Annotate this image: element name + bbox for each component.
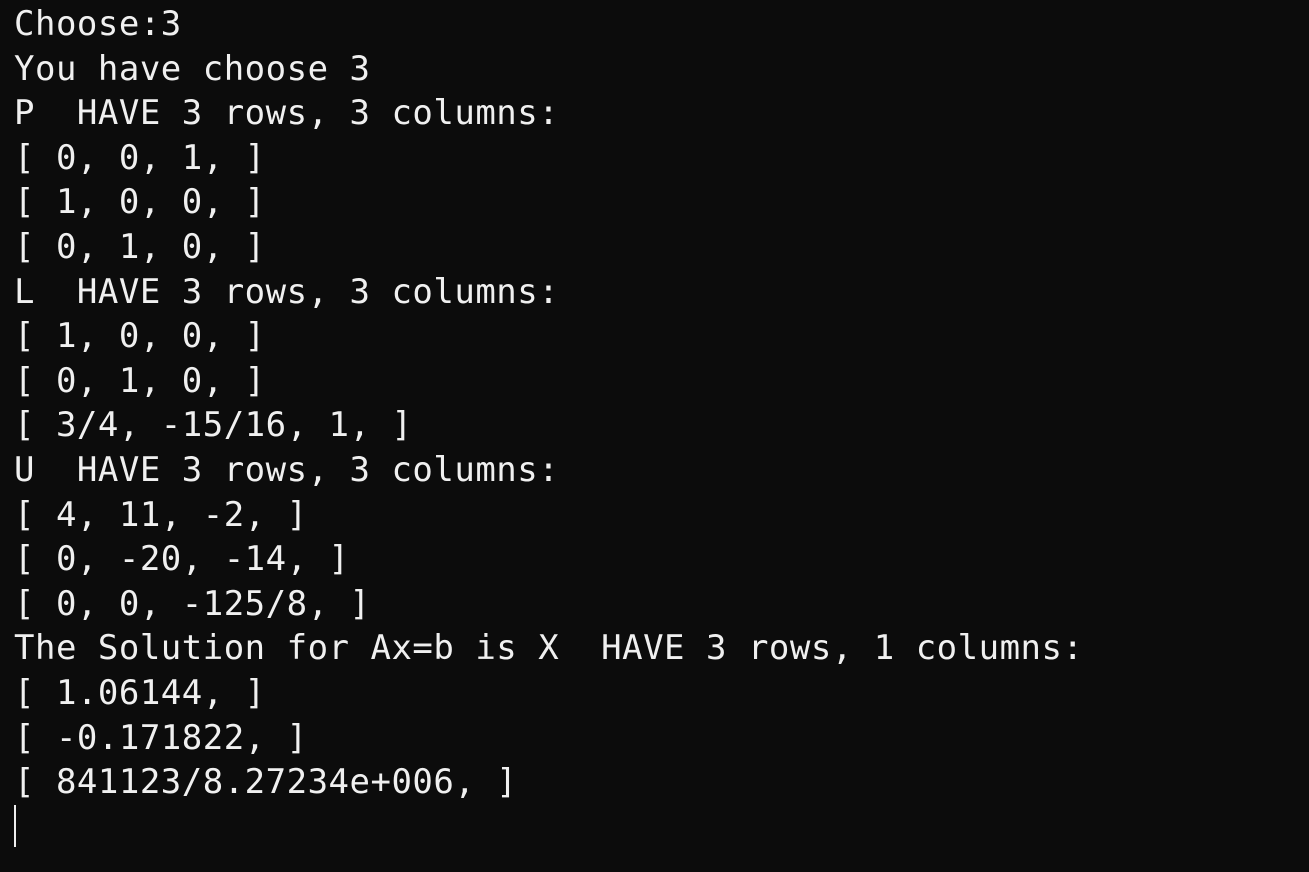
console-window[interactable]: Choose:3 You have choose 3 P HAVE 3 rows… [0, 0, 1309, 872]
console-line-l-row: [ 1, 0, 0, ] [14, 316, 266, 357]
console-line-p-row: [ 1, 0, 0, ] [14, 182, 266, 223]
console-line-u-row: [ 0, -20, -14, ] [14, 539, 350, 580]
console-line-p-row: [ 0, 0, 1, ] [14, 137, 266, 178]
console-line-p-row: [ 0, 1, 0, ] [14, 226, 266, 267]
console-line-x-row: [ -0.171822, ] [14, 717, 308, 758]
console-line-l-row: [ 0, 1, 0, ] [14, 360, 266, 401]
console-line-x-row: [ 841123/8.27234e+006, ] [14, 762, 518, 803]
console-line-choose-prompt: Choose:3 [14, 4, 182, 44]
console-line-choice-echo: You have choose 3 [14, 48, 371, 89]
console-line-x-row: [ 1.06144, ] [14, 672, 266, 713]
console-line-l-header: L HAVE 3 rows, 3 columns: [14, 271, 560, 312]
text-cursor[interactable] [14, 805, 16, 847]
console-line-u-row: [ 4, 11, -2, ] [14, 494, 308, 535]
console-line-p-header: P HAVE 3 rows, 3 columns: [14, 93, 560, 134]
console-line-solution-header: The Solution for Ax=b is X HAVE 3 rows, … [14, 628, 1084, 669]
console-line-l-row: [ 3/4, -15/16, 1, ] [14, 405, 413, 446]
console-line-u-header: U HAVE 3 rows, 3 columns: [14, 449, 560, 490]
console-line-u-row: [ 0, 0, -125/8, ] [14, 583, 371, 624]
